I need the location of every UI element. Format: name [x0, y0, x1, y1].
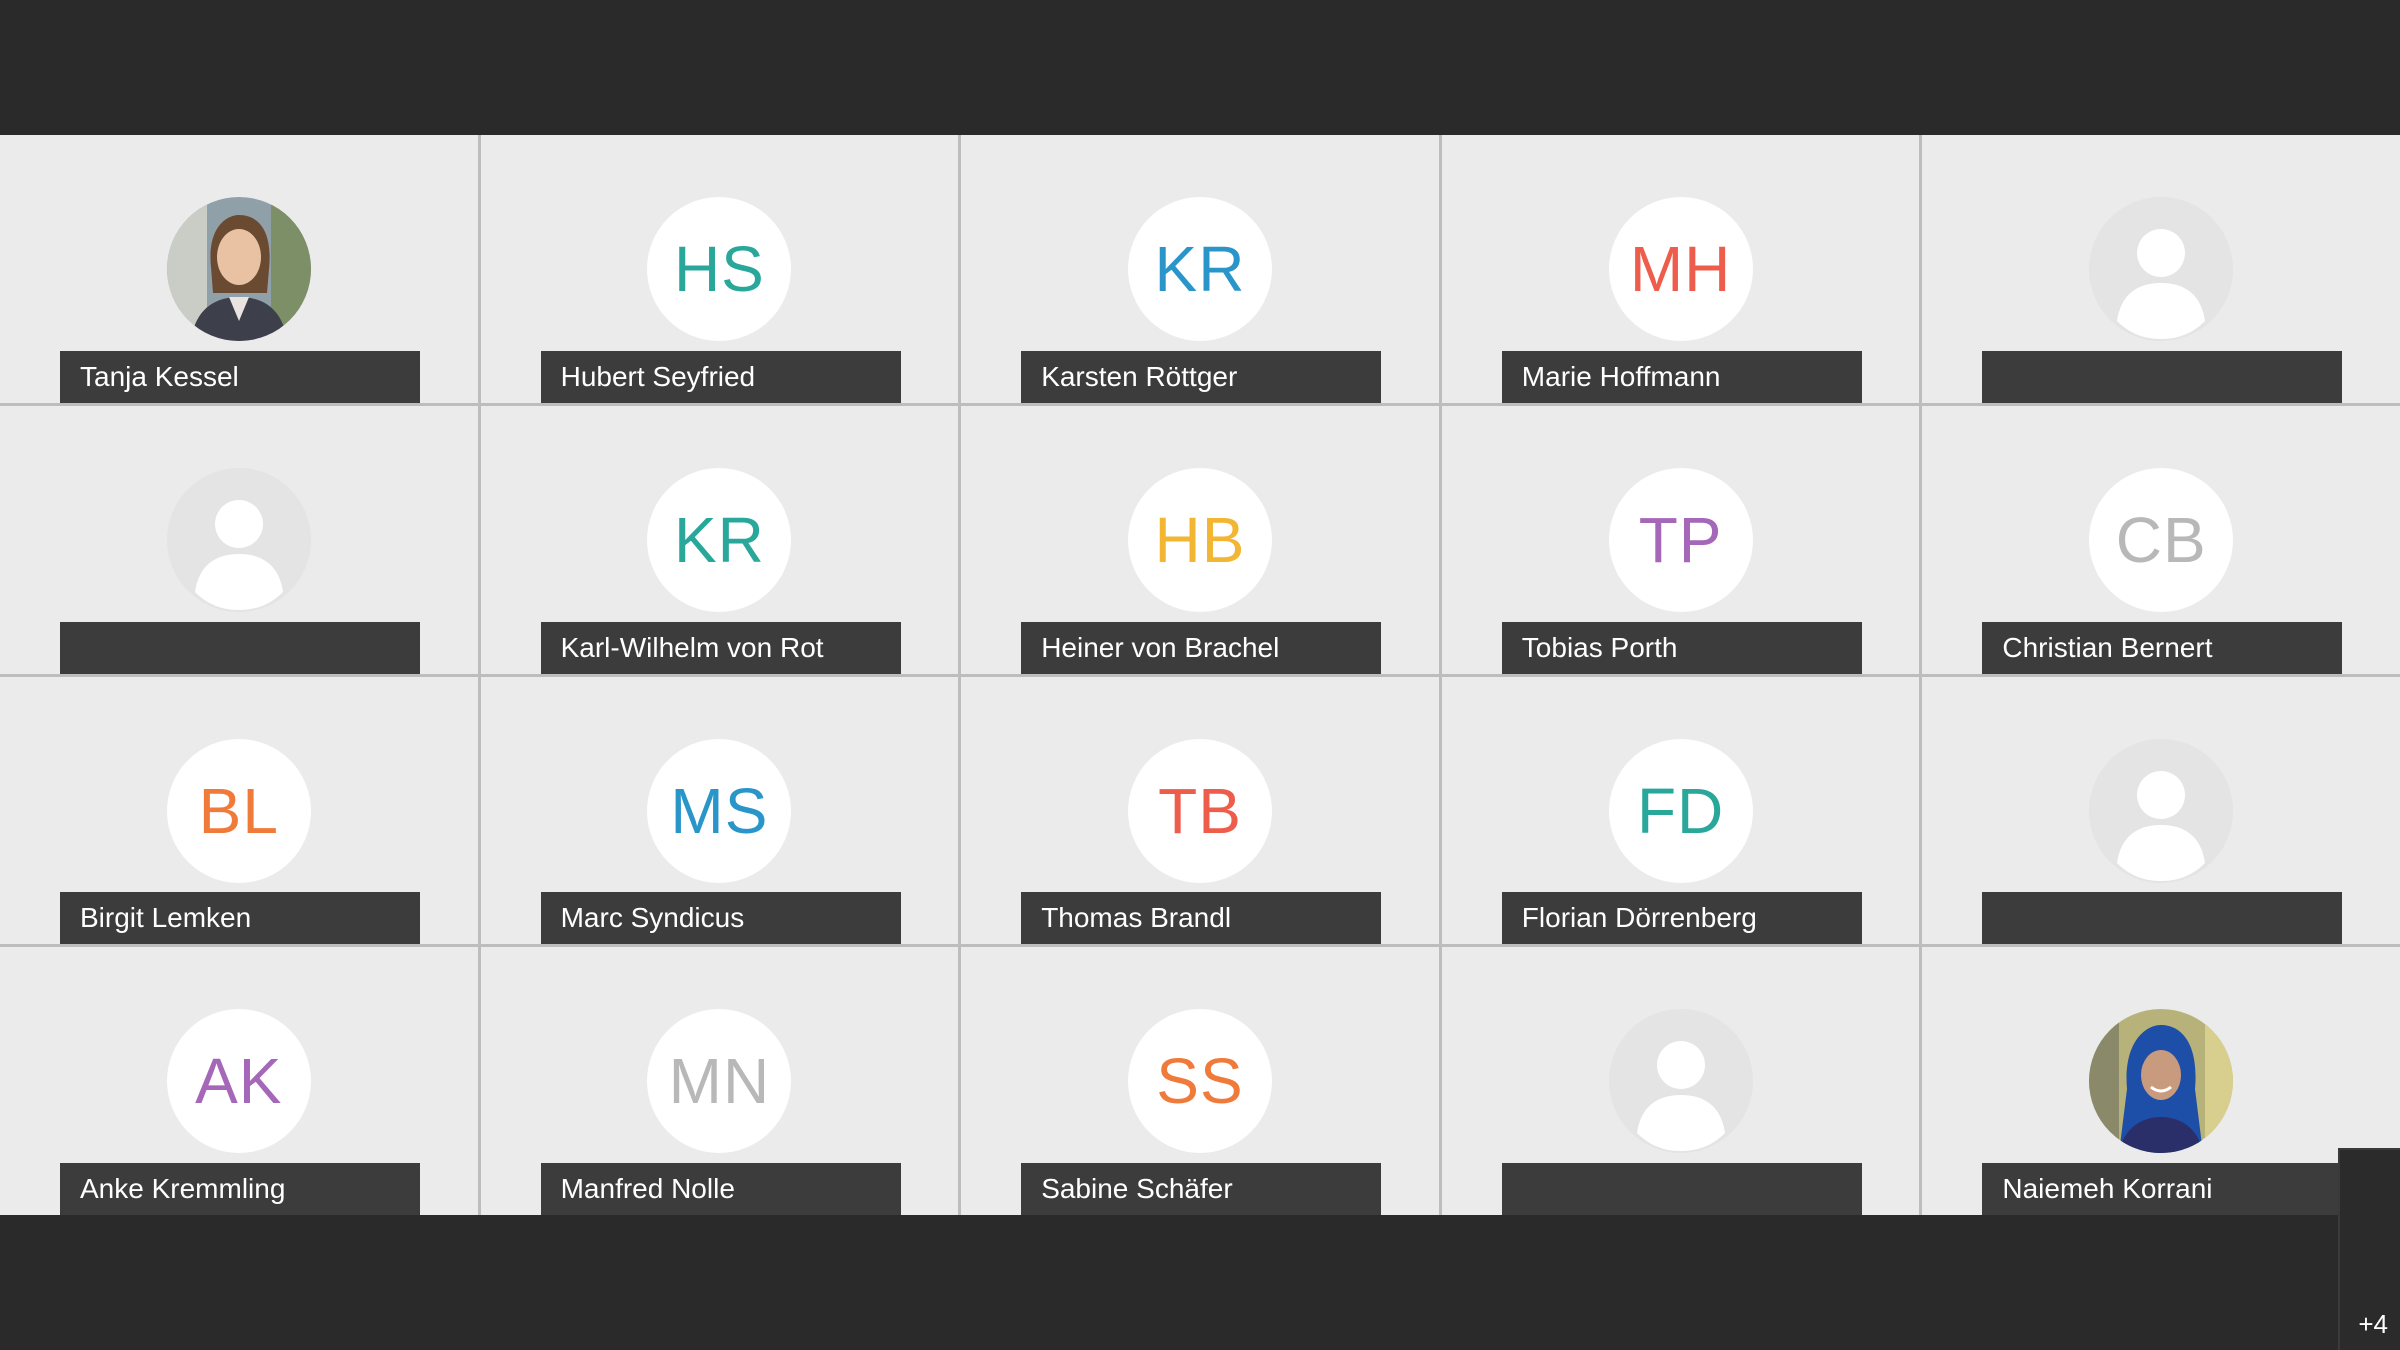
- participant-initials-avatar: HB: [1127, 467, 1272, 612]
- participant-initials-avatar: TB: [1127, 738, 1272, 883]
- participant-tile[interactable]: [1922, 676, 2400, 945]
- participant-name-label: [1501, 1163, 1862, 1215]
- participant-name-label: Tanja Kessel: [60, 350, 420, 403]
- participant-initials-avatar: TP: [1608, 467, 1753, 612]
- participant-tile[interactable]: Tanja Kessel: [0, 135, 478, 403]
- participant-tile[interactable]: CB Christian Bernert: [1922, 405, 2400, 674]
- participant-tile[interactable]: TP Tobias Porth: [1441, 405, 1920, 674]
- participant-initials-avatar: KR: [1127, 197, 1272, 341]
- participant-tile[interactable]: MS Marc Syndicus: [480, 676, 959, 945]
- participant-name-label: Naiemeh Korrani: [1982, 1163, 2343, 1215]
- participant-name-label: Karl-Wilhelm von Rot: [540, 621, 901, 674]
- participant-name-label: Birgit Lemken: [60, 892, 420, 945]
- participant-photo-avatar: [166, 197, 311, 341]
- participant-tile[interactable]: BL Birgit Lemken: [0, 676, 478, 945]
- participant-initials-avatar: KR: [647, 467, 792, 612]
- participant-tile[interactable]: [1441, 947, 1920, 1215]
- participant-tile[interactable]: KR Karsten Röttger: [961, 135, 1439, 403]
- participant-name-label: Hubert Seyfried: [540, 350, 901, 403]
- default-user-icon: [2089, 197, 2234, 341]
- participant-tile[interactable]: MH Marie Hoffmann: [1441, 135, 1920, 403]
- participant-tile[interactable]: HS Hubert Seyfried: [480, 135, 959, 403]
- participant-name-label: Tobias Porth: [1501, 621, 1862, 674]
- participant-tile[interactable]: [0, 405, 478, 674]
- participant-grid: Tanja Kessel HS Hubert Seyfried KR Karsten R…: [0, 135, 2400, 1215]
- participant-tile[interactable]: MN Manfred Nolle: [480, 947, 959, 1215]
- participant-tile[interactable]: SS Sabine Schäfer: [961, 947, 1439, 1215]
- participant-tile[interactable]: HB Heiner von Brachel: [961, 405, 1439, 674]
- participant-initials-avatar: SS: [1127, 1009, 1272, 1154]
- default-user-icon: [2089, 738, 2234, 883]
- participant-tile[interactable]: AK Anke Kremmling: [0, 947, 478, 1215]
- participant-name-label: Thomas Brandl: [1021, 892, 1382, 945]
- more-participants-count: +4: [2358, 1309, 2388, 1339]
- participant-name-label: Anke Kremmling: [60, 1163, 420, 1215]
- video-meeting-window: Tanja Kessel HS Hubert Seyfried KR Karsten R…: [0, 0, 2400, 1350]
- participant-initials-avatar: MH: [1608, 197, 1753, 341]
- participant-name-label: Marc Syndicus: [540, 892, 901, 945]
- participant-initials-avatar: MS: [647, 738, 792, 883]
- participant-name-label: Heiner von Brachel: [1021, 621, 1382, 674]
- participant-name-label: Christian Bernert: [1982, 621, 2343, 674]
- participant-name-label: Karsten Röttger: [1021, 350, 1382, 403]
- participant-tile[interactable]: FD Florian Dörrenberg: [1441, 676, 1920, 945]
- participant-initials-avatar: BL: [166, 738, 311, 883]
- participant-tile[interactable]: TB Thomas Brandl: [961, 676, 1439, 945]
- participant-initials-avatar: HS: [647, 197, 792, 341]
- participant-name-label: [1982, 892, 2343, 945]
- participant-name-label: Marie Hoffmann: [1501, 350, 1862, 403]
- more-participants-button[interactable]: +4: [2338, 1148, 2400, 1350]
- default-user-icon: [166, 467, 311, 612]
- participant-tile[interactable]: [1922, 135, 2400, 403]
- participant-tile[interactable]: KR Karl-Wilhelm von Rot: [480, 405, 959, 674]
- participant-initials-avatar: FD: [1608, 738, 1753, 883]
- participant-name-label: Manfred Nolle: [540, 1163, 901, 1215]
- participant-name-label: [1982, 350, 2343, 403]
- default-user-icon: [1608, 1009, 1753, 1154]
- participant-initials-avatar: MN: [647, 1009, 792, 1154]
- participant-initials-avatar: CB: [2089, 467, 2234, 612]
- participant-initials-avatar: AK: [166, 1009, 311, 1154]
- participant-name-label: Florian Dörrenberg: [1501, 892, 1862, 945]
- participant-name-label: [60, 621, 420, 674]
- participant-name-label: Sabine Schäfer: [1021, 1163, 1382, 1215]
- participant-tile[interactable]: Naiemeh Korrani: [1922, 947, 2400, 1215]
- participant-photo-avatar: [2089, 1009, 2234, 1154]
